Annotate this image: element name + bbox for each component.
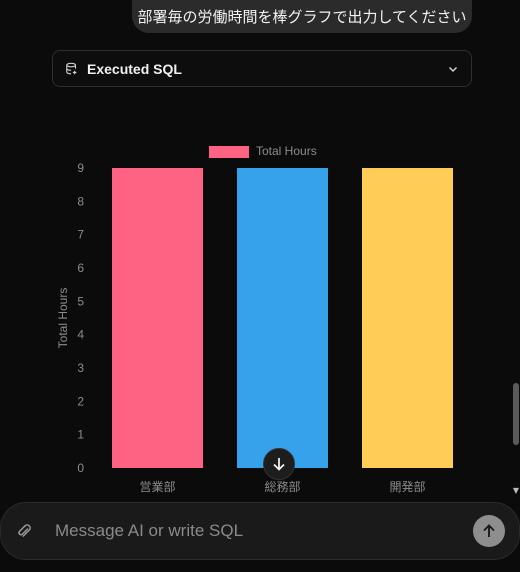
y-tick-label: 4	[77, 328, 84, 342]
database-icon	[66, 62, 77, 74]
x-tick-label: 総務部	[264, 479, 300, 494]
y-tick-label: 8	[77, 194, 84, 208]
y-tick-label: 2	[77, 394, 84, 408]
legend-label: Total Hours	[256, 144, 317, 158]
y-axis: 0 1 2 3 4 5 6 7 8 9 Total Hours	[56, 161, 84, 475]
scrollbar-down-arrow-icon[interactable]: ▼	[513, 486, 519, 495]
bar	[237, 168, 328, 468]
bar-chart: Total Hours 0 1 2 3 4 5 6 7 8 9 Total Hours 営業部 総務部…	[56, 144, 453, 494]
y-tick-label: 3	[77, 361, 84, 375]
scroll-to-bottom-button[interactable]	[263, 448, 295, 480]
y-axis-label: Total Hours	[56, 288, 70, 349]
y-tick-label: 9	[77, 161, 84, 175]
chevron-down-icon[interactable]	[447, 63, 459, 75]
scrollbar-thumb[interactable]	[513, 383, 519, 445]
legend-swatch	[209, 146, 249, 158]
bar	[112, 168, 203, 468]
user-message-bubble: 部署毎の労働時間を棒グラフで出力してください	[132, 0, 472, 33]
arrow-down-icon	[273, 458, 285, 471]
executed-sql-label: Executed SQL	[87, 60, 182, 77]
y-tick-label: 6	[77, 261, 84, 275]
executed-sql-toggle[interactable]: Executed SQL	[52, 50, 472, 87]
bars	[112, 168, 453, 468]
chart-legend[interactable]: Total Hours	[209, 144, 317, 158]
x-axis: 営業部 総務部 開発部	[139, 479, 425, 494]
y-tick-label: 0	[77, 461, 84, 475]
x-tick-label: 開発部	[389, 479, 425, 494]
user-message-text: 部署毎の労働時間を棒グラフで出力してください	[137, 8, 467, 26]
send-button[interactable]	[473, 515, 505, 547]
x-tick-label: 営業部	[139, 479, 175, 494]
bar	[362, 168, 453, 468]
y-tick-label: 7	[77, 228, 84, 242]
paperclip-icon[interactable]	[15, 522, 33, 540]
message-input[interactable]	[53, 520, 465, 542]
scrollbar[interactable]	[512, 0, 520, 500]
message-composer	[0, 502, 520, 560]
y-tick-label: 5	[77, 294, 84, 308]
arrow-up-icon	[483, 524, 495, 537]
y-tick-label: 1	[77, 428, 84, 442]
